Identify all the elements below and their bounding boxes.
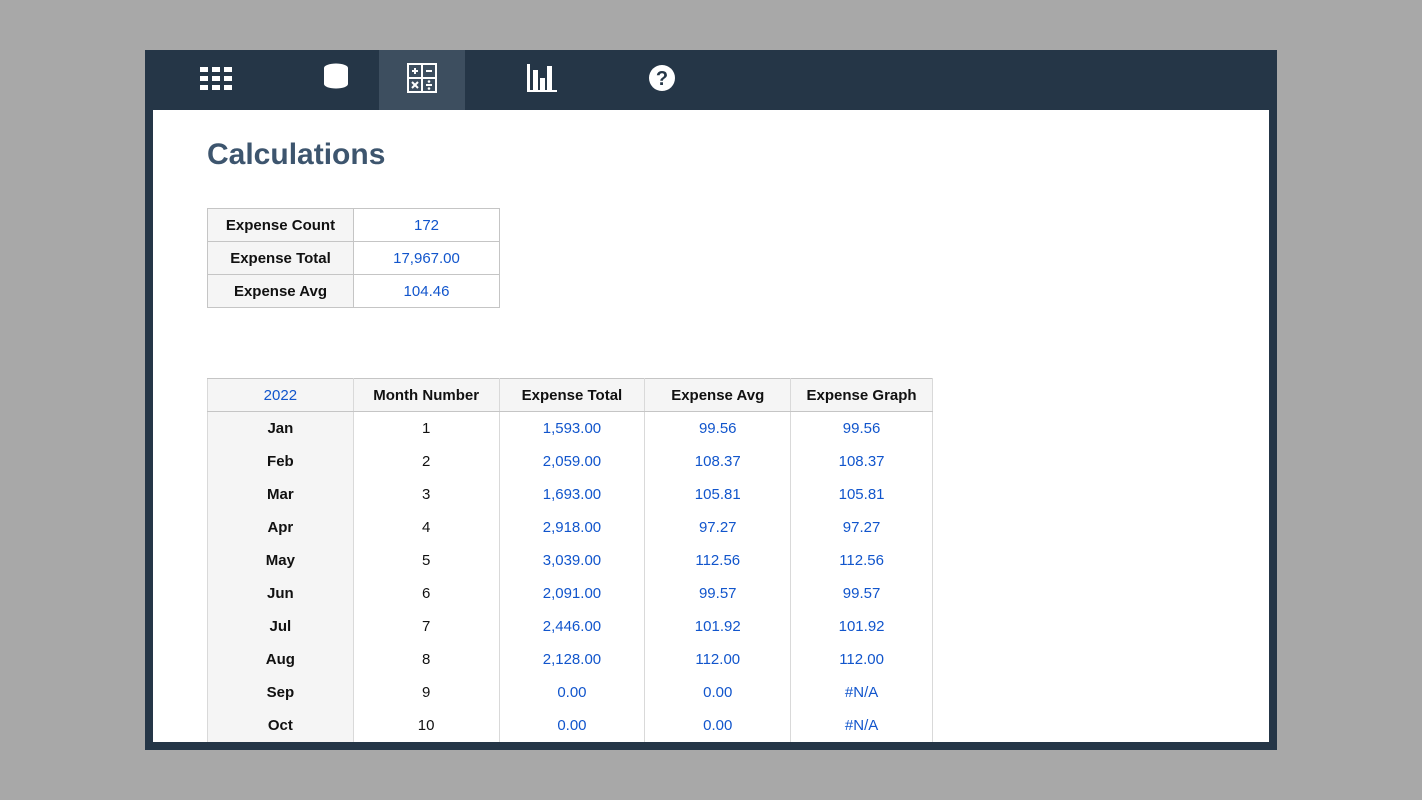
expense-total-cell[interactable]: 2,059.00	[499, 445, 645, 478]
summary-label: Expense Total	[208, 242, 354, 275]
summary-value[interactable]: 104.46	[354, 275, 500, 308]
summary-label: Expense Count	[208, 209, 354, 242]
expense-avg-cell[interactable]: 101.92	[645, 610, 791, 643]
month-number-cell[interactable]: 10	[353, 709, 499, 742]
expense-avg-cell[interactable]: 0.00	[645, 676, 791, 709]
expense-graph-cell[interactable]: #N/A	[791, 676, 933, 709]
navbar: ?	[145, 50, 1277, 110]
expense-graph-cell[interactable]: 108.37	[791, 445, 933, 478]
col-expense-total: Expense Total	[499, 379, 645, 412]
month-number-cell[interactable]: 9	[353, 676, 499, 709]
expense-graph-cell[interactable]: 105.81	[791, 478, 933, 511]
month-number-cell[interactable]: 5	[353, 544, 499, 577]
summary-value[interactable]: 172	[354, 209, 500, 242]
expense-graph-cell[interactable]: #N/A	[791, 709, 933, 742]
month-cell: Mar	[208, 478, 354, 511]
expense-total-cell[interactable]: 2,446.00	[499, 610, 645, 643]
table-row: May53,039.00112.56112.56	[208, 544, 933, 577]
expense-avg-cell[interactable]: 112.56	[645, 544, 791, 577]
expense-graph-cell[interactable]: 97.27	[791, 511, 933, 544]
expense-avg-cell[interactable]: 108.37	[645, 445, 791, 478]
month-cell: Feb	[208, 445, 354, 478]
table-row: Jan11,593.0099.5699.56	[208, 412, 933, 445]
expense-graph-cell[interactable]: 99.57	[791, 577, 933, 610]
month-cell: Jul	[208, 610, 354, 643]
monthly-table: 2022 Month Number Expense Total Expense …	[207, 378, 933, 742]
table-row: Apr42,918.0097.2797.27	[208, 511, 933, 544]
expense-avg-cell[interactable]: 0.00	[645, 709, 791, 742]
expense-total-cell[interactable]: 2,091.00	[499, 577, 645, 610]
content-wrap: Calculations Expense Count 172 Expense T…	[145, 110, 1277, 750]
expense-total-cell[interactable]: 1,593.00	[499, 412, 645, 445]
month-number-cell[interactable]: 7	[353, 610, 499, 643]
col-expense-graph: Expense Graph	[791, 379, 933, 412]
expense-avg-cell[interactable]: 105.81	[645, 478, 791, 511]
expense-graph-cell[interactable]: 99.56	[791, 412, 933, 445]
bar-chart-icon	[527, 64, 557, 97]
calculator-icon	[407, 63, 437, 98]
month-number-cell[interactable]: 8	[353, 643, 499, 676]
month-number-cell[interactable]: 4	[353, 511, 499, 544]
content: Calculations Expense Count 172 Expense T…	[153, 110, 1269, 742]
table-row: Mar31,693.00105.81105.81	[208, 478, 933, 511]
month-cell: Apr	[208, 511, 354, 544]
expense-total-cell[interactable]: 2,918.00	[499, 511, 645, 544]
expense-total-cell[interactable]: 0.00	[499, 676, 645, 709]
app-frame: ? Calculations Expense Count 172 Expense…	[145, 50, 1277, 750]
help-icon: ?	[648, 64, 676, 97]
month-cell: Aug	[208, 643, 354, 676]
month-cell: Jan	[208, 412, 354, 445]
nav-calculations[interactable]	[379, 50, 465, 110]
expense-total-cell[interactable]: 0.00	[499, 709, 645, 742]
expense-graph-cell[interactable]: 101.92	[791, 610, 933, 643]
month-cell: Oct	[208, 709, 354, 742]
svg-text:?: ?	[656, 68, 668, 90]
month-number-cell[interactable]: 6	[353, 577, 499, 610]
col-month-number: Month Number	[353, 379, 499, 412]
table-row: Jun62,091.0099.5799.57	[208, 577, 933, 610]
expense-total-cell[interactable]: 3,039.00	[499, 544, 645, 577]
month-cell: Sep	[208, 676, 354, 709]
nav-data[interactable]	[293, 50, 379, 110]
summary-row: Expense Count 172	[208, 209, 500, 242]
summary-row: Expense Total 17,967.00	[208, 242, 500, 275]
expense-avg-cell[interactable]: 99.56	[645, 412, 791, 445]
grid-icon	[199, 66, 233, 95]
page-title: Calculations	[207, 138, 1215, 172]
table-row: Sep90.000.00#N/A	[208, 676, 933, 709]
year-header[interactable]: 2022	[208, 379, 354, 412]
month-cell: May	[208, 544, 354, 577]
table-row: Feb22,059.00108.37108.37	[208, 445, 933, 478]
expense-graph-cell[interactable]: 112.00	[791, 643, 933, 676]
database-icon	[322, 63, 350, 98]
summary-label: Expense Avg	[208, 275, 354, 308]
expense-avg-cell[interactable]: 97.27	[645, 511, 791, 544]
expense-avg-cell[interactable]: 99.57	[645, 577, 791, 610]
expense-total-cell[interactable]: 2,128.00	[499, 643, 645, 676]
summary-table: Expense Count 172 Expense Total 17,967.0…	[207, 208, 500, 308]
expense-avg-cell[interactable]: 112.00	[645, 643, 791, 676]
month-cell: Jun	[208, 577, 354, 610]
summary-row: Expense Avg 104.46	[208, 275, 500, 308]
month-number-cell[interactable]: 1	[353, 412, 499, 445]
table-row: Jul72,446.00101.92101.92	[208, 610, 933, 643]
month-number-cell[interactable]: 3	[353, 478, 499, 511]
expense-graph-cell[interactable]: 112.56	[791, 544, 933, 577]
col-expense-avg: Expense Avg	[645, 379, 791, 412]
summary-value[interactable]: 17,967.00	[354, 242, 500, 275]
nav-help[interactable]: ?	[619, 50, 705, 110]
nav-grid[interactable]	[173, 50, 259, 110]
month-number-cell[interactable]: 2	[353, 445, 499, 478]
nav-chart[interactable]	[499, 50, 585, 110]
table-row: Oct100.000.00#N/A	[208, 709, 933, 742]
table-row: Aug82,128.00112.00112.00	[208, 643, 933, 676]
expense-total-cell[interactable]: 1,693.00	[499, 478, 645, 511]
